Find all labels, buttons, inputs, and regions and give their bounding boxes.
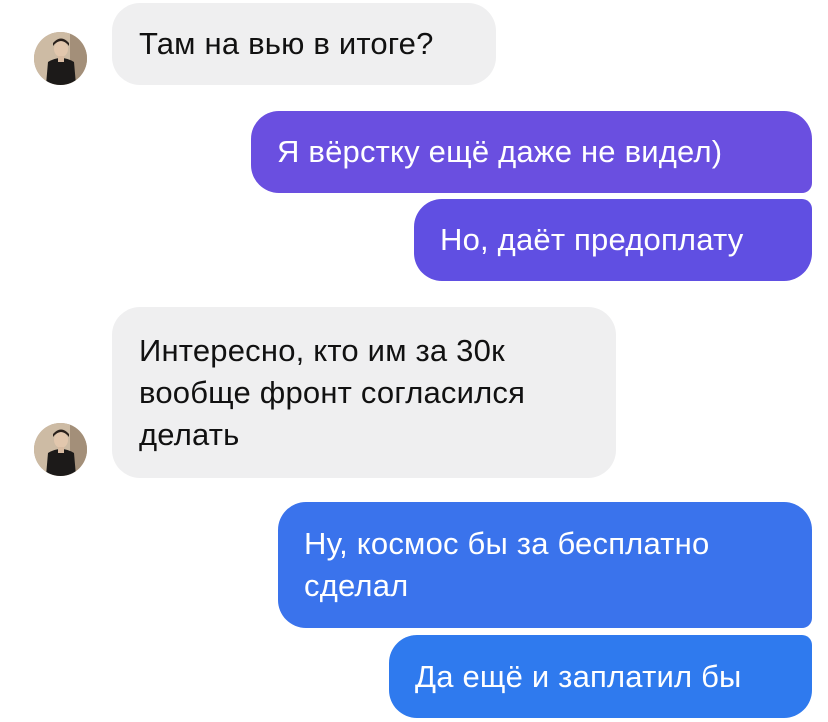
- message-bubble-outgoing[interactable]: Я вёрстку ещё даже не видел): [251, 111, 812, 193]
- message-bubble-outgoing[interactable]: Да ещё и заплатил бы: [389, 635, 812, 718]
- avatar-photo-icon: [34, 32, 87, 85]
- message-bubble-outgoing[interactable]: Но, даёт предоплату: [414, 199, 812, 281]
- contact-avatar[interactable]: [34, 423, 87, 476]
- message-bubble-incoming[interactable]: Интересно, кто им за 30к вообще фронт со…: [112, 307, 616, 478]
- message-text: Да ещё и заплатил бы: [415, 658, 742, 694]
- message-text: Там на вью в итоге?: [139, 26, 434, 61]
- contact-avatar[interactable]: [34, 32, 87, 85]
- message-bubble-outgoing[interactable]: Ну, космос бы за бесплатно сделал: [278, 502, 812, 628]
- avatar-photo-icon: [34, 423, 87, 476]
- message-text: Я вёрстку ещё даже не видел): [277, 134, 723, 169]
- message-text: Интересно, кто им за 30к вообще фронт со…: [139, 333, 526, 452]
- message-bubble-incoming[interactable]: Там на вью в итоге?: [112, 3, 496, 85]
- message-text: Но, даёт предоплату: [440, 222, 744, 257]
- message-text: Ну, космос бы за бесплатно сделал: [304, 526, 710, 603]
